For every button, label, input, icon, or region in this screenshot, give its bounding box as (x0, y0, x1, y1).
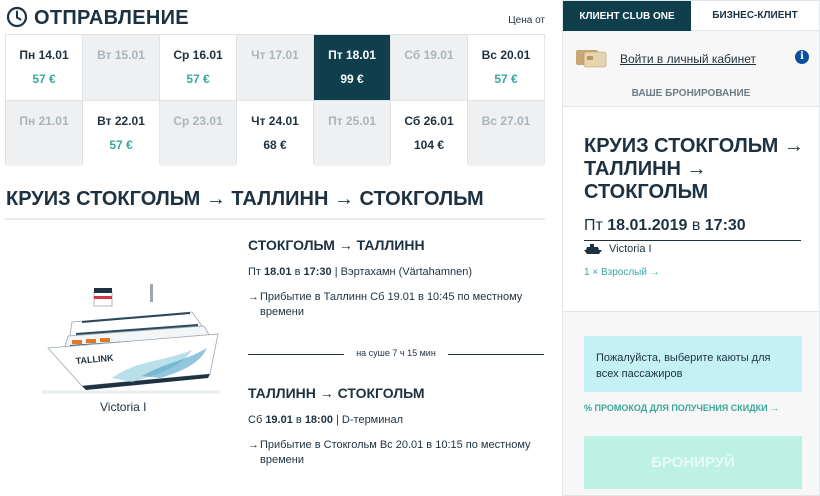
leg2-departure: Сб 19.01 в 18:00 | D-терминал (248, 414, 403, 426)
booking-summary: КРУИЗ СТОКГОЛЬМ → ТАЛЛИНН → СТОКГОЛЬМ Пт… (563, 106, 819, 312)
ship-image: TALLINK (42, 284, 220, 394)
departure-title: ОТПРАВЛЕНИЕ (34, 7, 189, 29)
ship-name: Victoria I (100, 400, 147, 414)
leg1-arrival: → Прибытие в Таллинн Сб 19.01 в 10:45 по… (248, 290, 548, 320)
date-cell[interactable]: Вт 22.01 57 € (83, 101, 159, 166)
date-cell-day: Вс 27.01 (481, 114, 531, 128)
leg2-time: 18:00 (304, 414, 333, 426)
divider (584, 240, 801, 241)
date-cell: Вс 27.01 (468, 101, 544, 166)
date-cell-day: Пн 21.01 (19, 114, 69, 128)
date-cell-day: Ср 23.01 (173, 114, 223, 128)
date-cell-price: 57 € (494, 72, 518, 86)
leg1-time: 17:30 (303, 266, 332, 278)
leg1-day: Пт (248, 266, 261, 278)
date-cell: Сб 19.01 (391, 35, 467, 100)
leg2-date: 19.01 (265, 414, 293, 426)
date-cell: Чт 17.01 (237, 35, 313, 100)
departure-header: ОТПРАВЛЕНИЕ Цена от (6, 4, 551, 30)
date-cell-day: Вс 20.01 (481, 48, 531, 62)
date-cell-price: 104 € (413, 138, 445, 152)
date-cell-day: Пт 25.01 (328, 114, 376, 128)
leg1-at: в (294, 266, 301, 278)
date-cell-day: Чт 24.01 (251, 114, 299, 128)
divider-right (448, 354, 544, 355)
book-button[interactable]: БРОНИРУЙ (584, 436, 802, 489)
promo-code-link[interactable]: % ПРОМОКОД ДЛЯ ПОЛУЧЕНИЯ СКИДКИ → (584, 403, 779, 413)
leg2-title: ТАЛЛИНН → СТОКГОЛЬМ (248, 385, 425, 401)
date-cell[interactable]: Чт 24.01 68 € (237, 101, 313, 166)
passengers-link[interactable]: 1 × Взрослый → (584, 267, 660, 278)
on-land-label: на суше 7 ч 15 мин (356, 348, 436, 358)
tab-club-one[interactable]: КЛИЕНТ CLUB ONE (563, 1, 691, 31)
leg1-departure: Пт 18.01 в 17:30 | Вэртахамн (Värtahamne… (248, 266, 472, 278)
leg2-at: в (295, 414, 302, 426)
date-cell[interactable]: Пт 18.01 99 € (314, 35, 390, 100)
price-from-label: Цена от (508, 15, 545, 26)
date-cell-price: 68 € (263, 138, 287, 152)
leg1-port: | Вэртахамн (Värtahamnen) (334, 266, 473, 278)
date-cell: Вт 15.01 (83, 35, 159, 100)
cruise-title: КРУИЗ СТОКГОЛЬМ → ТАЛЛИНН → СТОКГОЛЬМ (6, 188, 484, 210)
booking-day: Пт (584, 217, 603, 234)
tab-business[interactable]: БИЗНЕС-КЛИЕНТ (691, 1, 819, 31)
divider (5, 218, 545, 220)
club-one-card-icon (576, 50, 607, 68)
date-cell-day: Сб 19.01 (404, 48, 454, 62)
booking-title: КРУИЗ СТОКГОЛЬМ → ТАЛЛИНН → СТОКГОЛЬМ (584, 135, 804, 203)
date-calendar: Пн 14.01 57 € Вт 15.01 Ср 16.01 57 € Чт 17.01… (5, 34, 545, 166)
login-link[interactable]: Войти в личный кабинет (620, 52, 756, 66)
date-cell-day: Чт 17.01 (251, 48, 299, 62)
date-cell-price: 57 € (32, 72, 56, 86)
date-cell[interactable]: Пн 14.01 57 € (6, 35, 82, 100)
booking-time: 17:30 (704, 217, 746, 234)
leg1-title: СТОКГОЛЬМ → ТАЛЛИНН (248, 237, 425, 253)
booking-date: Пт 18.01.2019 в 17:30 (584, 217, 746, 235)
date-cell: Пт 25.01 (314, 101, 390, 166)
info-icon[interactable]: i (795, 50, 809, 64)
arrow-right-icon: → (248, 439, 259, 451)
leg2-port: | D-терминал (336, 414, 404, 426)
date-cell-day: Пт 18.01 (328, 48, 376, 62)
date-cell-price: 57 € (109, 138, 133, 152)
leg1-arrival-text: Прибытие в Таллинн Сб 19.01 в 10:45 по м… (260, 291, 523, 318)
date-cell-price: 99 € (340, 72, 364, 86)
booking-ship: Victoria I (609, 243, 652, 255)
booking-at: в (691, 217, 701, 234)
arrow-right-icon: → (248, 291, 259, 303)
leg2-arrival: → Прибытие в Стокгольм Вс 20.01 в 10:15 … (248, 438, 548, 468)
date-cell: Ср 23.01 (160, 101, 236, 166)
date-cell-day: Вт 15.01 (97, 48, 145, 62)
ship-icon (584, 244, 602, 254)
date-cell: Пн 21.01 (6, 101, 82, 166)
booking-date-value: 18.01.2019 (607, 217, 688, 234)
date-cell-day: Пн 14.01 (19, 48, 69, 62)
booking-panel: КЛИЕНТ CLUB ONE БИЗНЕС-КЛИЕНТ Войти в ли… (562, 0, 820, 496)
date-cell-day: Ср 16.01 (173, 48, 223, 62)
date-cell-price: 57 € (186, 72, 210, 86)
on-land-divider: на суше 7 ч 15 мин (248, 348, 544, 360)
leg2-day: Сб (248, 414, 263, 426)
booking-label: ВАШЕ БРОНИРОВАНИЕ (631, 88, 751, 99)
leg1-date: 18.01 (264, 266, 292, 278)
clock-icon (6, 6, 28, 28)
cabin-notice: Пожалуйста, выберите каюты для всех пасс… (584, 336, 802, 392)
date-cell[interactable]: Вс 20.01 57 € (468, 35, 544, 100)
date-cell-day: Сб 26.01 (404, 114, 454, 128)
leg2-arrival-text: Прибытие в Стокгольм Вс 20.01 в 10:15 по… (260, 439, 531, 466)
date-cell[interactable]: Сб 26.01 104 € (391, 101, 467, 166)
customer-tabs: КЛИЕНТ CLUB ONE БИЗНЕС-КЛИЕНТ (563, 1, 819, 31)
date-cell-day: Вт 22.01 (97, 114, 145, 128)
date-cell[interactable]: Ср 16.01 57 € (160, 35, 236, 100)
